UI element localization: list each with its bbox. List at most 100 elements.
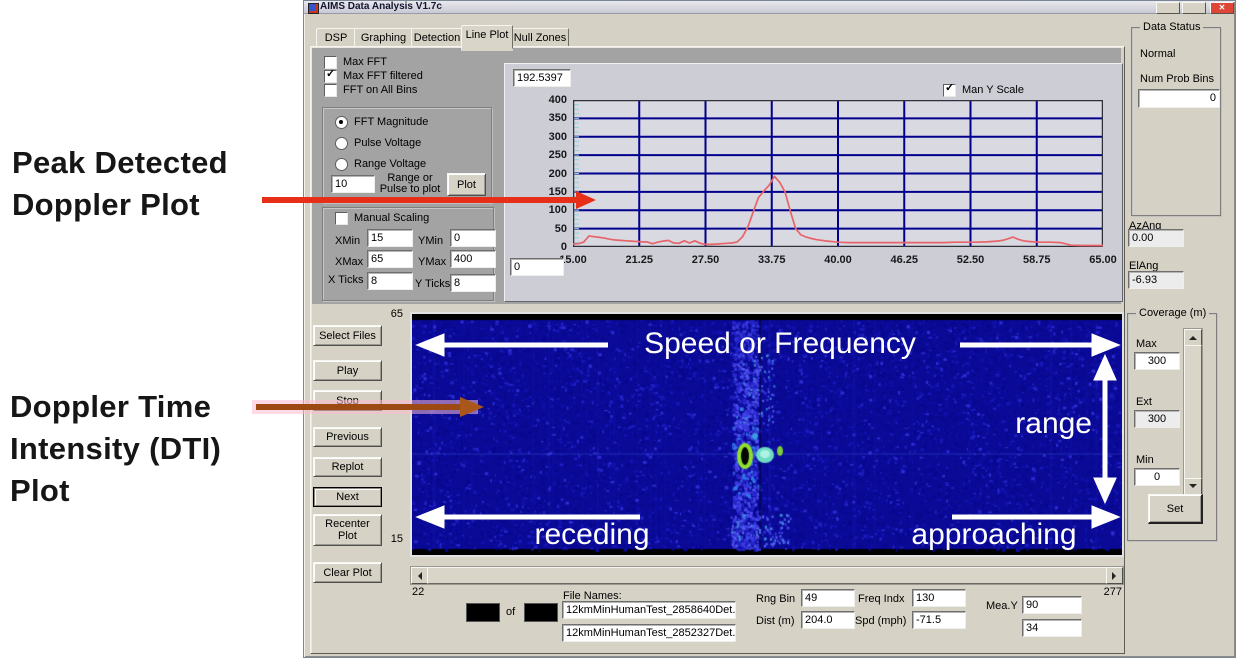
coverage-scrollbar-thumb[interactable] [1184, 345, 1202, 479]
fft-magnitude-radio[interactable] [335, 116, 348, 129]
line-plot-area[interactable] [573, 100, 1103, 247]
previous-button[interactable]: Previous [313, 427, 382, 447]
fft-all-bins-checkbox[interactable] [324, 84, 337, 97]
ymin-label: YMin [418, 235, 443, 248]
pulse-voltage-label: Pulse Voltage [354, 137, 421, 150]
coverage-min-label: Min [1136, 454, 1154, 467]
radio-fft-magnitude[interactable]: FFT Magnitude [335, 116, 428, 129]
data-status-group: Data Status Normal Num Prob Bins 0 [1131, 27, 1221, 216]
azang-field[interactable]: 0.00 [1128, 229, 1184, 247]
dti-xmax-value: 277 [1092, 586, 1122, 599]
x-tick-label: 27.50 [681, 254, 731, 267]
x-cursor-field[interactable]: 0 [510, 258, 564, 276]
coverage-scrollbar[interactable] [1183, 328, 1203, 496]
ymin-input[interactable]: 0 [450, 229, 496, 247]
rng-bin-field[interactable]: 49 [801, 589, 855, 607]
dti-receding-label: receding [512, 518, 672, 552]
xmin-label: XMin [335, 235, 360, 248]
x-axis-tick-labels: 15.0021.2527.5033.7540.0046.2552.5058.75… [573, 254, 1103, 268]
recenter-plot-button[interactable]: Recenter Plot [313, 514, 382, 546]
coverage-ext-field[interactable]: 300 [1134, 410, 1180, 428]
max-fft-filtered-checkbox[interactable] [324, 70, 337, 83]
clear-plot-button[interactable]: Clear Plot [313, 562, 382, 583]
close-icon[interactable]: ✕ [1210, 2, 1234, 14]
man-y-scale-label: Man Y Scale [962, 84, 1024, 97]
coverage-max-field[interactable]: 300 [1134, 352, 1180, 370]
app-icon [308, 3, 319, 14]
num-prob-bins-field[interactable]: 0 [1138, 89, 1220, 108]
stop-button[interactable]: Stop [313, 390, 382, 411]
y-ticks-input[interactable]: 8 [450, 274, 496, 292]
window-title: AIMS Data Analysis V1.7c [320, 1, 442, 13]
meay-label: Mea.Y [986, 600, 1018, 613]
radio-pulse-voltage[interactable]: Pulse Voltage [335, 137, 421, 150]
dti-plot[interactable]: Speed or Frequency range receding approa… [410, 312, 1124, 557]
dti-h-scrollbar-thumb[interactable] [427, 567, 1107, 584]
dti-range-label: range [992, 407, 1092, 441]
scroll-left-icon[interactable] [411, 567, 428, 584]
x-tick-label: 58.75 [1012, 254, 1062, 267]
y-tick-label: 250 [549, 149, 567, 162]
radio-range-voltage[interactable]: Range Voltage [335, 158, 426, 171]
y-tick-label: 100 [549, 204, 567, 217]
xmin-input[interactable]: 15 [367, 229, 413, 247]
peak-doppler-annotation: Peak Detected Doppler Plot [12, 142, 228, 226]
plot-button[interactable]: Plot [447, 173, 486, 196]
y-tick-label: 300 [549, 131, 567, 144]
x-tick-label: 52.50 [946, 254, 996, 267]
scroll-down-icon[interactable] [1184, 478, 1202, 495]
y-tick-label: 50 [555, 223, 567, 236]
man-y-scale-row[interactable]: Man Y Scale [943, 84, 1024, 97]
range-voltage-radio[interactable] [335, 158, 348, 171]
max-fft-filtered-label: Max FFT filtered [343, 70, 423, 83]
next-button[interactable]: Next [313, 487, 382, 507]
scroll-up-icon[interactable] [1184, 329, 1202, 346]
cursor-readout-field[interactable]: 192.5397 [513, 69, 571, 87]
spd-field[interactable]: -71.5 [912, 611, 966, 629]
minimize-button-icon[interactable] [1156, 2, 1180, 14]
dist-field[interactable]: 204.0 [801, 611, 855, 629]
pulse-voltage-radio[interactable] [335, 137, 348, 150]
x-ticks-input[interactable]: 8 [367, 272, 413, 290]
checkbox-max-fft-filtered[interactable]: Max FFT filtered [324, 70, 423, 83]
checkbox-fft-all-bins[interactable]: FFT on All Bins [324, 84, 417, 97]
y-ticks-label: Y Ticks [415, 278, 450, 291]
manual-scaling-checkbox[interactable] [335, 212, 348, 225]
man-y-scale-checkbox[interactable] [943, 84, 956, 97]
dti-approaching-label: approaching [874, 518, 1114, 552]
coverage-legend: Coverage (m) [1136, 307, 1209, 320]
data-status-legend: Data Status [1140, 21, 1203, 34]
y-tick-label: 350 [549, 112, 567, 125]
manual-scaling-row[interactable]: Manual Scaling [335, 212, 429, 225]
fft-options-panel: Max FFT Max FFT filtered FFT on All Bins… [312, 48, 1121, 304]
meay-field-2[interactable]: 34 [1022, 619, 1082, 637]
select-files-button[interactable]: Select Files [313, 325, 382, 346]
coverage-min-field[interactable]: 0 [1134, 468, 1180, 486]
dti-h-scrollbar[interactable] [410, 566, 1124, 585]
scroll-right-icon[interactable] [1106, 567, 1123, 584]
maximize-button-icon[interactable] [1182, 2, 1206, 14]
file-count-display [524, 603, 558, 622]
screenshot-stage: Peak Detected Doppler Plot Doppler Time … [0, 0, 1248, 662]
play-button[interactable]: Play [313, 360, 382, 381]
meay-field-1[interactable]: 90 [1022, 596, 1082, 614]
ymax-label: YMax [418, 256, 446, 269]
freq-indx-field[interactable]: 130 [912, 589, 966, 607]
ymax-input[interactable]: 400 [450, 250, 496, 268]
set-button[interactable]: Set [1148, 494, 1203, 524]
xmax-input[interactable]: 65 [367, 250, 413, 268]
x-tick-label: 46.25 [879, 254, 929, 267]
x-tick-label: 40.00 [813, 254, 863, 267]
coverage-ext-label: Ext [1136, 396, 1152, 409]
dti-speed-frequency-label: Speed or Frequency [610, 327, 950, 361]
range-or-pulse-input[interactable]: 10 [331, 175, 375, 193]
x-tick-label: 65.00 [1078, 254, 1128, 267]
file-name-field-1[interactable]: 12kmMinHumanTest_2858640Det.t [562, 601, 736, 619]
manual-scaling-group: Manual Scaling XMin 15 YMin 0 XMax 65 YM… [322, 207, 494, 301]
x-tick-label: 33.75 [747, 254, 797, 267]
elang-field[interactable]: -6.93 [1128, 271, 1184, 289]
replot-button[interactable]: Replot [313, 457, 382, 477]
tab-line-plot[interactable]: Line Plot [461, 25, 513, 49]
title-bar[interactable]: AIMS Data Analysis V1.7c ✕ [304, 1, 1233, 14]
file-name-field-2[interactable]: 12kmMinHumanTest_2852327Det.t [562, 624, 736, 642]
